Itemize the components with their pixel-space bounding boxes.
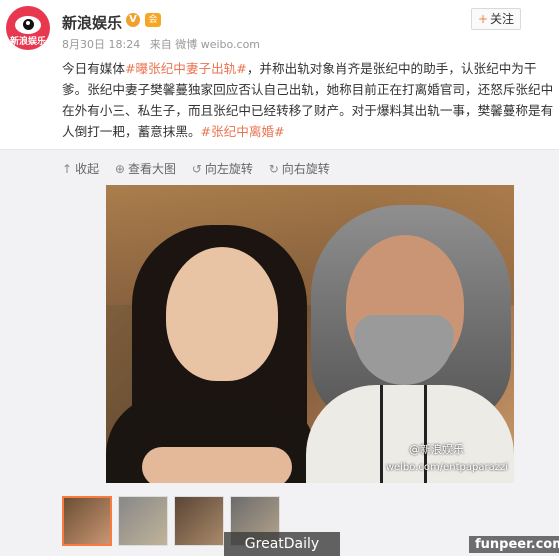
- hashtag-link[interactable]: #张纪中离婚#: [201, 124, 285, 139]
- rotate-right-button[interactable]: ↻ 向右旋转: [269, 160, 330, 177]
- member-icon: 会: [145, 13, 161, 27]
- media-toolbar: ↑ 收起 ⊕ 查看大图 ↺ 向左旋转 ↻ 向右旋转: [62, 160, 342, 177]
- media-panel: ↑ 收起 ⊕ 查看大图 ↺ 向左旋转 ↻ 向右旋转 @新浪娱乐 weibo.com/en…: [0, 149, 559, 556]
- follow-label: 关注: [490, 12, 515, 26]
- rotate-left-button[interactable]: ↺ 向左旋转: [192, 160, 253, 177]
- photo-woman-arm: [142, 447, 292, 483]
- photo-watermark: @新浪娱乐: [409, 443, 464, 456]
- post-header: 新浪娱乐 新浪娱乐 V 会 8月30日 18:24 来自 微博 weibo.co…: [0, 0, 559, 58]
- rotate-right-icon: ↻: [268, 162, 279, 176]
- greatdaily-watermark: GreatDaily: [224, 532, 340, 556]
- follow-button[interactable]: + 关注: [471, 8, 521, 30]
- post-date[interactable]: 8月30日 18:24: [62, 38, 140, 51]
- view-large-button[interactable]: ⊕ 查看大图: [115, 160, 176, 177]
- photo-woman-face: [166, 247, 278, 381]
- verified-icon: V: [126, 13, 140, 27]
- post-meta: 8月30日 18:24 来自 微博 weibo.com: [62, 36, 266, 52]
- eye-highlight: [26, 21, 30, 25]
- rotate-left-label: 向左旋转: [204, 162, 253, 176]
- collapse-icon: ↑: [62, 162, 73, 176]
- hashtag-link[interactable]: #曝张纪中妻子出轨#: [125, 61, 247, 76]
- rotate-left-icon: ↺: [191, 162, 202, 176]
- collapse-label: 收起: [75, 162, 100, 176]
- collapse-button[interactable]: ↑ 收起: [62, 160, 99, 177]
- view-large-label: 查看大图: [127, 162, 176, 176]
- post-source[interactable]: 来自 微博 weibo.com: [150, 38, 260, 51]
- account-avatar[interactable]: 新浪娱乐: [6, 6, 50, 50]
- account-name[interactable]: 新浪娱乐: [62, 12, 122, 33]
- post-photo[interactable]: @新浪娱乐 weibo.com/entpaparazzi: [106, 185, 514, 483]
- thumbnail-3[interactable]: [174, 496, 224, 546]
- photo-lanyard: [380, 385, 383, 483]
- rotate-right-label: 向右旋转: [281, 162, 330, 176]
- funpeer-watermark: funpeer.com: [469, 536, 559, 553]
- photo-watermark-url: weibo.com/entpaparazzi: [385, 462, 508, 473]
- thumbnail-1[interactable]: [62, 496, 112, 546]
- post-text: 今日有媒体#曝张纪中妻子出轨#，并称出轨对象肖齐是张纪中的助手，认张纪中为干爹。…: [62, 58, 556, 142]
- zoom-icon: ⊕: [114, 162, 125, 176]
- avatar-brand-text: 新浪娱乐: [9, 37, 46, 47]
- post-text-part: 今日有媒体: [62, 61, 125, 76]
- plus-icon: +: [477, 12, 489, 26]
- thumbnail-2[interactable]: [118, 496, 168, 546]
